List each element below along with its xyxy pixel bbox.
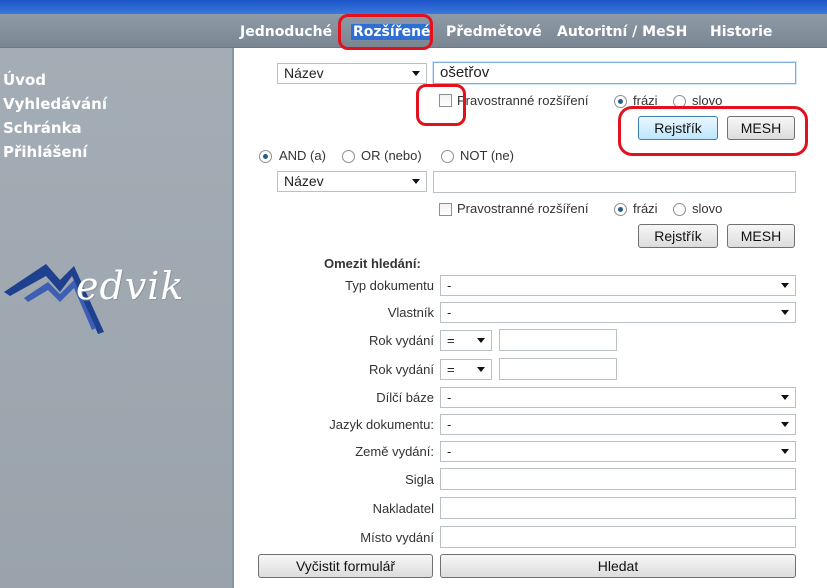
sigla-input[interactable] (440, 468, 796, 490)
chevron-down-icon (781, 283, 789, 288)
place-label: Místo vydání (360, 530, 434, 545)
doc-type-select[interactable]: - (440, 275, 796, 296)
phrase-label-2: frázi (633, 201, 658, 216)
doc-type-value: - (447, 278, 452, 293)
year-operator-value-1: = (447, 333, 455, 348)
sidebar-item-search[interactable]: Vyhledávání (3, 95, 107, 113)
chevron-down-icon (781, 310, 789, 315)
highlight-advanced-tab (338, 14, 433, 50)
mesh-button-2[interactable]: MESH (727, 224, 795, 248)
sidebar-item-basket[interactable]: Schránka (3, 119, 82, 137)
year-operator-value-2: = (447, 362, 455, 377)
year-input-2[interactable] (499, 358, 617, 380)
owner-label: Vlastník (387, 305, 434, 320)
chevron-down-icon (781, 395, 789, 400)
operator-and-radio[interactable] (259, 150, 272, 163)
chevron-down-icon (477, 338, 485, 343)
chevron-down-icon (412, 179, 420, 184)
window-title-strip (0, 0, 827, 14)
year-label-2: Rok vydání (368, 362, 434, 377)
country-select[interactable]: - (440, 441, 796, 462)
country-value: - (447, 444, 452, 459)
chevron-down-icon (477, 367, 485, 372)
highlight-truncation-checkbox (416, 84, 466, 126)
tab-subject[interactable]: Předmětové (446, 24, 542, 40)
year-operator-select-1[interactable]: = (440, 330, 492, 351)
subbase-select[interactable]: - (440, 387, 796, 408)
owner-value: - (447, 305, 452, 320)
subbase-label: Dílčí báze (376, 390, 434, 405)
field-select-2[interactable]: Název (277, 171, 427, 192)
operator-not-radio[interactable] (441, 150, 454, 163)
doc-type-label: Typ dokumentu (345, 278, 434, 293)
subbase-value: - (447, 390, 452, 405)
operator-not-label: NOT (ne) (460, 148, 514, 163)
sidebar-item-intro[interactable]: Úvod (3, 71, 46, 89)
search-button[interactable]: Hledat (440, 554, 796, 578)
limits-heading: Omezit hledání: (324, 256, 421, 271)
publisher-label: Nakladatel (372, 501, 434, 516)
word-radio-2[interactable] (673, 203, 686, 216)
search-term-input-1[interactable]: ošetřov (433, 62, 796, 84)
year-operator-select-2[interactable]: = (440, 359, 492, 380)
tab-authority-mesh[interactable]: Autoritní / MeSH (557, 24, 687, 40)
chevron-down-icon (781, 449, 789, 454)
index-button-2[interactable]: Rejstřík (638, 224, 718, 248)
field-select-2-value: Název (284, 173, 324, 189)
truncation-checkbox-2[interactable] (439, 203, 452, 216)
field-select-1[interactable]: Název (277, 63, 427, 84)
word-label-2: slovo (692, 201, 723, 216)
operator-and-label: AND (a) (279, 148, 326, 163)
operator-or-radio[interactable] (342, 150, 355, 163)
field-select-1-value: Název (284, 65, 324, 81)
language-select[interactable]: - (440, 414, 796, 435)
logo-wordmark: edvik (76, 264, 185, 308)
sidebar-item-login[interactable]: Přihlášení (3, 143, 87, 161)
owner-select[interactable]: - (440, 302, 796, 323)
chevron-down-icon (781, 422, 789, 427)
year-input-1[interactable] (499, 329, 617, 351)
place-input[interactable] (440, 526, 796, 548)
language-value: - (447, 417, 452, 432)
operator-or-label: OR (nebo) (361, 148, 422, 163)
chevron-down-icon (412, 71, 420, 76)
highlight-index-mesh-buttons (618, 106, 808, 156)
phrase-radio-1[interactable] (614, 95, 627, 108)
search-term-input-1-value: ošetřov (440, 64, 490, 81)
publisher-input[interactable] (440, 497, 796, 519)
year-label-1: Rok vydání (368, 333, 434, 348)
truncation-label-2: Pravostranné rozšíření (457, 201, 589, 216)
tab-history[interactable]: Historie (710, 24, 772, 40)
truncation-label-1: Pravostranné rozšíření (457, 93, 589, 108)
language-label: Jazyk dokumentu: (329, 417, 434, 432)
country-label: Země vydání: (355, 444, 434, 459)
tab-simple[interactable]: Jednoduché (240, 24, 332, 40)
sigla-label: Sigla (405, 472, 434, 487)
search-term-input-2[interactable] (433, 171, 796, 193)
phrase-radio-2[interactable] (614, 203, 627, 216)
clear-form-button[interactable]: Vyčistit formulář (258, 554, 433, 578)
